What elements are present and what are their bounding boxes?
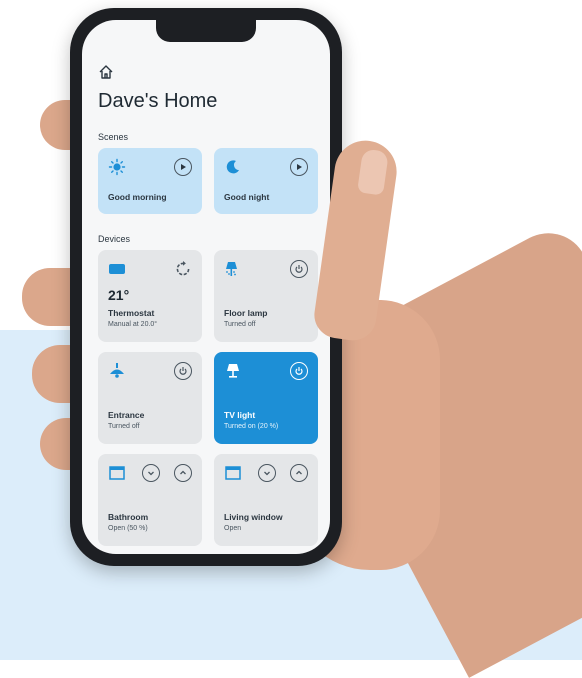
device-name: Thermostat xyxy=(108,308,155,318)
device-status: Turned off xyxy=(224,321,256,328)
device-status: Open (50 %) xyxy=(108,525,148,532)
window-blind-icon xyxy=(109,466,125,480)
device-name: Living window xyxy=(224,512,283,522)
scene-card-good-night[interactable]: Good night xyxy=(214,148,318,214)
scene-name: Good morning xyxy=(108,192,167,202)
chevron-down-icon xyxy=(264,471,270,476)
section-label-scenes: Scenes xyxy=(98,132,129,142)
notch xyxy=(156,20,256,42)
page-title: Dave's Home xyxy=(98,90,218,112)
device-name: TV light xyxy=(224,410,256,420)
home-icon[interactable] xyxy=(98,64,114,80)
power-button[interactable] xyxy=(290,260,308,278)
lamp-icon xyxy=(227,364,239,378)
power-button[interactable] xyxy=(174,362,192,380)
device-card-bathroom[interactable]: Bathroom Open (50 %) xyxy=(98,454,202,546)
phone: Dave's Home Scenes Good morning Good nig… xyxy=(70,8,342,566)
play-scene-button[interactable] xyxy=(174,158,192,176)
power-icon xyxy=(295,367,303,375)
ceiling-light-icon xyxy=(110,363,124,378)
thermostat-value: 21° xyxy=(108,287,130,303)
blind-up-button[interactable] xyxy=(174,464,192,482)
refresh-button[interactable] xyxy=(174,260,192,278)
scene-card-good-morning[interactable]: Good morning xyxy=(98,148,202,214)
chevron-up-icon xyxy=(296,470,302,475)
blind-down-button[interactable] xyxy=(258,464,276,482)
scene-name: Good night xyxy=(224,192,270,202)
device-card-thermostat[interactable]: 21° Thermostat Manual at 20.0° xyxy=(98,250,202,342)
power-button[interactable] xyxy=(290,362,308,380)
power-icon xyxy=(295,265,303,273)
device-card-floor-lamp[interactable]: Floor lamp Turned off xyxy=(214,250,318,342)
device-status: Open xyxy=(224,525,242,532)
device-card-living-window[interactable]: Living window Open xyxy=(214,454,318,546)
moon-icon xyxy=(226,160,239,174)
device-status: Turned on (20 %) xyxy=(224,423,279,430)
window-blind-icon xyxy=(225,466,241,480)
sun-icon xyxy=(108,158,126,176)
device-name: Entrance xyxy=(108,410,145,420)
device-status: Turned off xyxy=(108,423,140,430)
play-icon xyxy=(181,164,186,170)
app-screen: Dave's Home Scenes Good morning Good nig… xyxy=(82,20,330,554)
blind-down-button[interactable] xyxy=(142,464,160,482)
device-card-tv-light[interactable]: TV light Turned on (20 %) xyxy=(214,352,318,444)
device-status: Manual at 20.0° xyxy=(108,321,158,328)
device-card-entrance[interactable]: Entrance Turned off xyxy=(98,352,202,444)
chevron-up-icon xyxy=(180,470,186,475)
section-label-devices: Devices xyxy=(98,234,131,244)
device-name: Bathroom xyxy=(108,512,149,522)
refresh-icon xyxy=(176,261,190,276)
play-icon xyxy=(297,164,302,170)
play-scene-button[interactable] xyxy=(290,158,308,176)
blind-up-button[interactable] xyxy=(290,464,308,482)
power-icon xyxy=(179,367,187,375)
device-name: Floor lamp xyxy=(224,308,268,318)
floor-lamp-icon xyxy=(226,262,237,276)
thermostat-icon xyxy=(109,264,125,274)
chevron-down-icon xyxy=(148,471,154,476)
